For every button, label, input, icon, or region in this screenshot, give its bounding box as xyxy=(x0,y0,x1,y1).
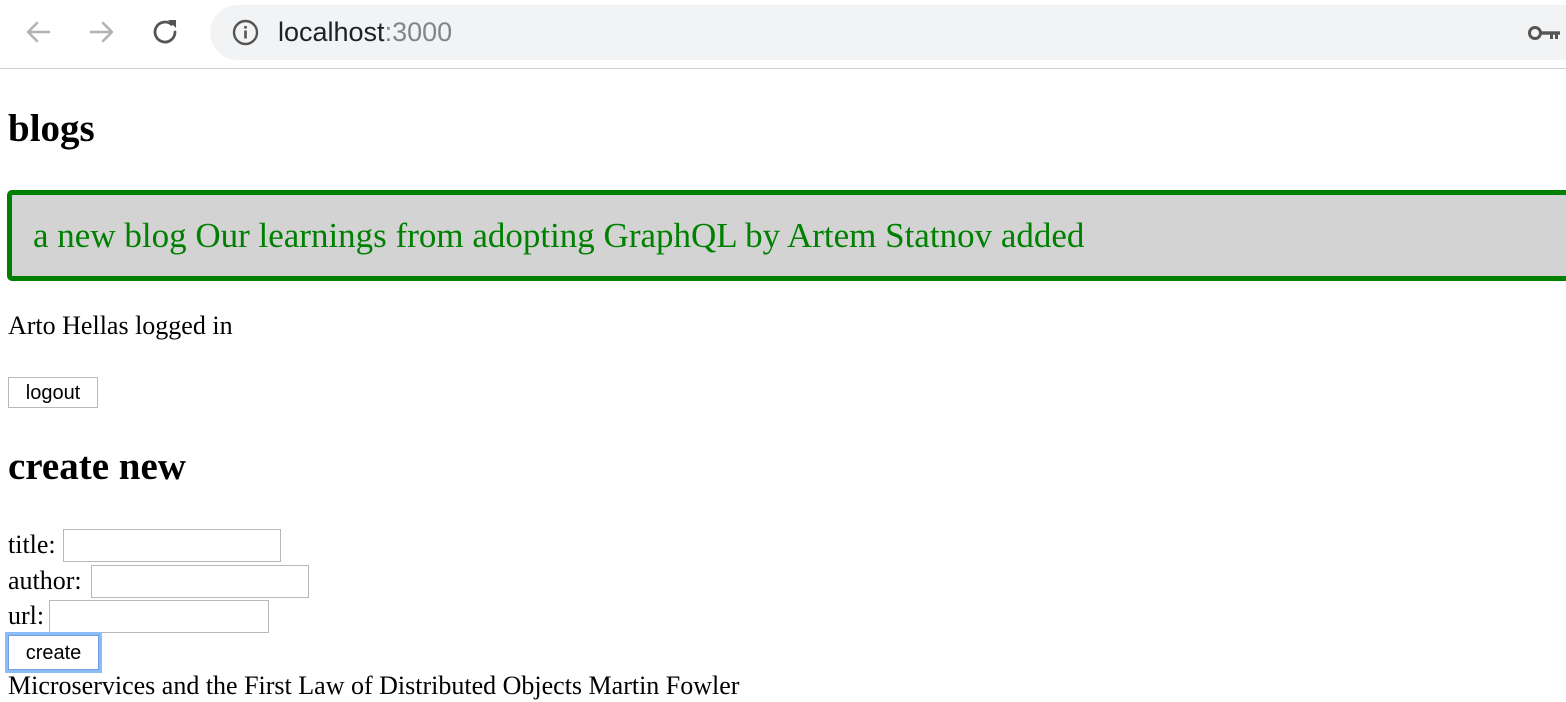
address-bar[interactable]: localhost:3000 xyxy=(210,5,1566,60)
url-label: url: xyxy=(8,601,45,630)
url-host: localhost xyxy=(278,17,385,47)
browser-toolbar: localhost:3000 xyxy=(0,0,1566,69)
blog-list-item: Microservices and the First Law of Distr… xyxy=(8,671,740,700)
notification-banner: a new blog Our learnings from adopting G… xyxy=(7,190,1566,281)
notification-message: a new blog Our learnings from adopting G… xyxy=(33,216,1085,255)
url-text: localhost:3000 xyxy=(278,17,452,48)
logout-button[interactable]: logout xyxy=(8,377,98,408)
title-input[interactable] xyxy=(63,529,281,562)
url-input[interactable] xyxy=(49,600,269,633)
user-status: Arto Hellas logged in xyxy=(8,311,233,340)
author-label: author: xyxy=(8,566,82,595)
back-arrow-icon xyxy=(26,21,51,43)
app-page: blogs a new blog Our learnings from adop… xyxy=(0,70,1566,700)
back-button[interactable] xyxy=(20,14,56,50)
reload-button[interactable] xyxy=(148,14,184,50)
title-label: title: xyxy=(8,530,56,559)
forward-button[interactable] xyxy=(84,14,120,50)
reload-icon xyxy=(153,20,177,44)
author-input[interactable] xyxy=(91,565,309,598)
create-button[interactable]: create xyxy=(5,632,102,673)
info-icon[interactable] xyxy=(232,19,259,46)
page-title: blogs xyxy=(8,107,95,150)
key-icon[interactable] xyxy=(1528,23,1560,43)
forward-arrow-icon xyxy=(89,21,114,43)
url-port: :3000 xyxy=(384,17,453,47)
create-new-heading: create new xyxy=(8,445,186,488)
